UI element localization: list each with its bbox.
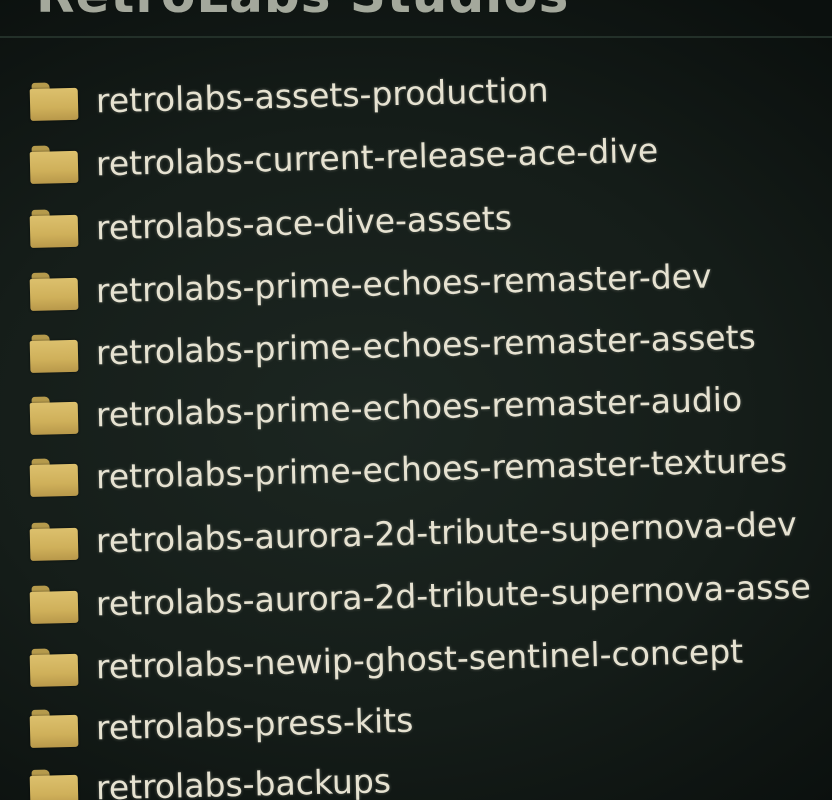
folder-item[interactable]: retrolabs-prime-echoes-remaster-textures	[29, 434, 832, 502]
folder-icon	[29, 522, 79, 561]
folder-item[interactable]: retrolabs-prime-echoes-remaster-dev	[29, 248, 832, 316]
folder-icon	[29, 458, 79, 497]
folder-item[interactable]: retrolabs-ace-dive-assets	[29, 185, 832, 253]
folder-item[interactable]: retrolabs-current-release-ace-dive	[29, 121, 832, 189]
folder-icon	[29, 648, 79, 687]
folder-icon	[29, 769, 79, 800]
folder-icon	[29, 209, 79, 248]
folder-name: retrolabs-prime-echoes-remaster-assets	[95, 316, 757, 372]
folder-name: retrolabs-prime-echoes-remaster-textures	[95, 440, 788, 496]
folder-item[interactable]: retrolabs-newip-ghost-sentinel-concept	[29, 624, 832, 692]
folder-name: retrolabs-newip-ghost-sentinel-concept	[95, 631, 744, 686]
folder-item[interactable]: retrolabs-aurora-2d-tribute-supernova-as…	[29, 561, 832, 629]
folder-name: retrolabs-assets-production	[95, 69, 550, 120]
folder-icon	[29, 396, 79, 435]
folder-name: retrolabs-aurora-2d-tribute-supernova-de…	[95, 503, 798, 560]
folder-icon	[29, 334, 79, 373]
folder-name: retrolabs-press-kits	[95, 700, 414, 747]
folder-name: retrolabs-prime-echoes-remaster-audio	[95, 379, 743, 434]
folder-item[interactable]: retrolabs-prime-echoes-remaster-audio	[29, 372, 832, 440]
folder-name: retrolabs-current-release-ace-dive	[95, 130, 659, 183]
folder-item[interactable]: retrolabs-assets-production	[29, 58, 832, 126]
folder-icon	[29, 145, 79, 184]
folder-icon	[29, 585, 79, 624]
folder-item[interactable]: retrolabs-press-kits	[29, 685, 832, 753]
folder-icon	[29, 272, 79, 311]
folder-icon	[29, 709, 79, 748]
folder-icon	[29, 82, 79, 121]
file-browser-window: RetroLabs Studios retrolabs-assets-produ…	[0, 0, 832, 800]
folder-name: retrolabs-aurora-2d-tribute-supernova-as…	[95, 566, 812, 623]
folder-item[interactable]: retrolabs-aurora-2d-tribute-supernova-de…	[29, 498, 832, 566]
folder-name: retrolabs-backups	[95, 760, 392, 800]
folder-item[interactable]: retrolabs-backups	[29, 745, 832, 800]
folder-item[interactable]: retrolabs-prime-echoes-remaster-assets	[29, 310, 832, 378]
folder-name: retrolabs-ace-dive-assets	[95, 197, 513, 247]
folder-list: retrolabs-assets-production retrolabs-cu…	[0, 0, 832, 800]
folder-name: retrolabs-prime-echoes-remaster-dev	[95, 255, 712, 310]
